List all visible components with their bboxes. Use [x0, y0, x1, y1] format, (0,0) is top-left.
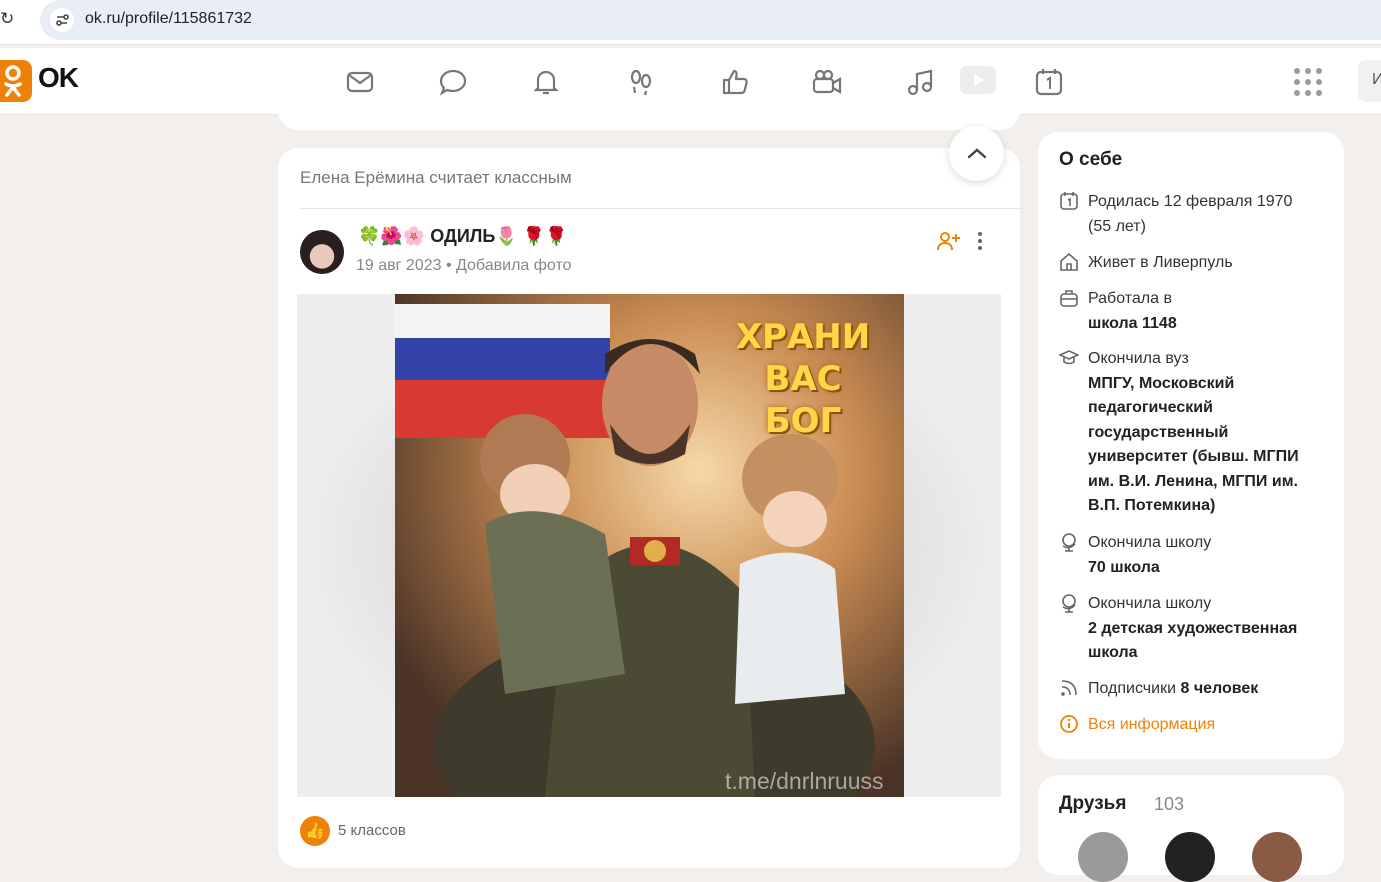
friend-avatar[interactable] — [1078, 832, 1128, 882]
school-1-label: Окончила школу — [1088, 534, 1212, 551]
calendar-icon[interactable] — [1032, 65, 1066, 99]
more-options-icon[interactable] — [978, 232, 984, 250]
friends-card: Друзья 103 — [1038, 775, 1344, 882]
like-icon[interactable] — [718, 65, 752, 99]
mail-icon[interactable] — [343, 65, 377, 99]
scroll-to-top-button[interactable] — [949, 126, 1004, 181]
liked-by-text[interactable]: Елена Ерёмина считает классным — [300, 168, 572, 188]
apps-grid-icon[interactable] — [1294, 68, 1322, 96]
calendar-icon — [1060, 192, 1078, 210]
friend-avatar[interactable] — [1252, 832, 1302, 882]
school-2-text: Окончила школу 2 детская художественная … — [1088, 592, 1313, 666]
post-date[interactable]: 19 авг 2023 — [356, 257, 442, 274]
subscribers-text: Подписчики 8 человек — [1088, 677, 1313, 702]
browser-address-bar: ↻ ok.ru/profile/115861732 — [0, 0, 1381, 45]
site-settings-icon[interactable] — [50, 8, 74, 32]
university-value[interactable]: МПГУ, Московский педагогический государс… — [1088, 372, 1313, 519]
photo-caption: ХРАНИ ВАС БОГ — [713, 316, 893, 442]
about-card: О себе Родилась 12 февраля 1970 (55 лет)… — [1038, 132, 1344, 759]
chat-icon[interactable] — [436, 65, 470, 99]
work-label: Работала в — [1088, 290, 1172, 307]
video-icon[interactable] — [960, 66, 996, 94]
rss-icon — [1061, 680, 1077, 696]
info-icon — [1060, 715, 1078, 733]
feed-post-card: Елена Ерёмина считает классным 🍀🌺🌸 ОДИЛЬ… — [278, 148, 1026, 868]
post-author[interactable]: 🍀🌺🌸 ОДИЛЬ🌷 🌹🌹 — [358, 226, 568, 247]
footprints-icon[interactable] — [624, 65, 658, 99]
university-text: Окончила вуз МПГУ, Московский педагогиче… — [1088, 347, 1313, 519]
photo-watermark: t.me/dnrlnruuss — [725, 768, 884, 794]
post-action: Добавила фото — [456, 257, 572, 274]
school-1-text: Окончила школу 70 школа — [1088, 531, 1313, 580]
friends-count[interactable]: 103 — [1154, 794, 1184, 815]
subscribers-label: Подписчики — [1088, 680, 1177, 697]
post-meta: 19 авг 2023 • Добавила фото — [356, 257, 572, 275]
graduation-cap-icon — [1059, 350, 1079, 365]
search-input[interactable]: И — [1358, 60, 1381, 102]
globe-icon — [1062, 533, 1076, 552]
music-icon[interactable] — [904, 65, 938, 99]
photo-caption-line1: ХРАНИ ВАС — [735, 317, 871, 399]
video-camera-icon[interactable] — [810, 65, 844, 99]
reload-icon[interactable]: ↻ — [0, 9, 14, 29]
add-friend-icon[interactable] — [936, 230, 960, 258]
url-text[interactable]: ok.ru/profile/115861732 — [85, 10, 252, 28]
post-photo[interactable]: ХРАНИ ВАС БОГ t.me/dnrlnruuss — [395, 294, 904, 797]
briefcase-icon — [1060, 290, 1078, 307]
friends-title[interactable]: Друзья — [1059, 793, 1126, 815]
likes-count[interactable]: 5 классов — [338, 822, 406, 839]
divider — [300, 208, 1026, 209]
post-photo-frame: ХРАНИ ВАС БОГ t.me/dnrlnruuss — [297, 294, 1001, 797]
work-value[interactable]: школа 1148 — [1088, 312, 1313, 337]
home-icon — [1060, 252, 1078, 271]
about-title: О себе — [1059, 149, 1123, 170]
ok-logo-icon[interactable] — [0, 60, 32, 102]
lives-text: Живет в Ливерпуль — [1088, 254, 1233, 271]
work-text: Работала в школа 1148 — [1088, 287, 1313, 336]
university-label: Окончила вуз — [1088, 350, 1189, 367]
chevron-up-icon — [967, 147, 986, 158]
school-1-value[interactable]: 70 школа — [1088, 556, 1313, 581]
author-avatar[interactable] — [300, 230, 344, 274]
globe-icon — [1062, 594, 1076, 613]
meta-separator: • — [441, 257, 457, 274]
previous-post-card — [278, 100, 1020, 130]
school-2-value[interactable]: 2 детская художественная школа — [1088, 617, 1313, 666]
subscribers-value[interactable]: 8 человек — [1180, 680, 1258, 697]
ok-logo-text[interactable]: OK — [38, 62, 79, 94]
born-text: Родилась 12 февраля 1970 (55 лет) — [1088, 193, 1293, 235]
school-2-label: Окончила школу — [1088, 595, 1212, 612]
bell-icon[interactable] — [529, 65, 563, 99]
photo-caption-line2: БОГ — [764, 401, 842, 441]
friend-avatar[interactable] — [1165, 832, 1215, 882]
all-info-link[interactable]: Вся информация — [1088, 713, 1313, 738]
